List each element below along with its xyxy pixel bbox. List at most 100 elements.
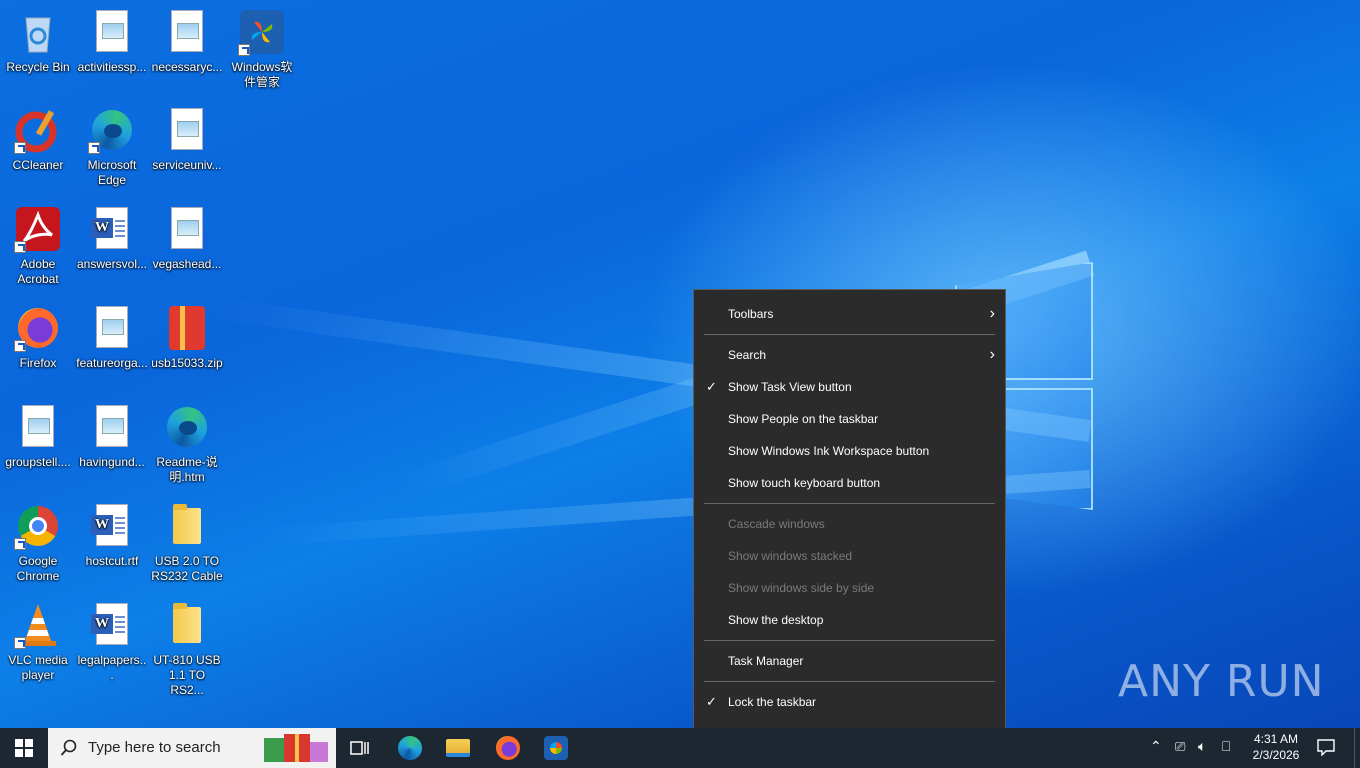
recycle-bin-icon [14,8,62,56]
image-file-icon [88,304,136,352]
taskbar-clock[interactable]: 4:31 AM 2/3/2026 [1244,731,1308,763]
desktop-icon-serviceuniv[interactable]: serviceuniv... [149,106,225,173]
desktop-icon-featureorga[interactable]: featureorga... [74,304,150,371]
edge-icon [398,736,422,760]
menu-item-task-manager[interactable]: Task Manager [694,646,1005,676]
icon-label: Microsoft Edge [87,158,137,187]
image-file-icon [163,106,211,154]
desktop-icon-readme-htm[interactable]: Readme-说明.htm [149,403,225,485]
taskbar-firefox-button[interactable] [484,728,532,768]
menu-item-windows-side-by-side: Show windows side by side [694,573,1005,603]
icon-label: activitiessp... [77,60,147,74]
desktop-icon-ccleaner[interactable]: CCleaner [0,106,76,173]
icon-label: groupstell.... [5,455,71,469]
menu-item-show-task-view[interactable]: ✓ Show Task View button [694,372,1005,402]
image-file-icon [163,8,211,56]
clock-time: 4:31 AM [1253,732,1299,746]
desktop-icon-legalpapers[interactable]: W legalpapers... [74,601,150,683]
icon-label: featureorga... [76,356,148,370]
menu-item-show-people[interactable]: Show People on the taskbar [694,404,1005,434]
chevron-right-icon: › [989,346,995,363]
menu-separator [704,334,995,335]
menu-item-search[interactable]: Search › [694,340,1005,370]
menu-item-cascade-windows: Cascade windows [694,509,1005,539]
desktop-icon-recycle-bin[interactable]: Recycle Bin [0,8,76,75]
icon-label: USB 2.0 TO RS232 Cable [151,554,223,583]
desktop-icon-google-chrome[interactable]: Google Chrome [0,502,76,584]
task-view-button[interactable] [336,728,384,768]
icon-label: usb15033.zip [151,356,223,370]
word-document-icon: W [88,601,136,649]
show-desktop-button[interactable] [1354,728,1360,768]
taskbar: Type here to search ⌃ ⎚ 🔈︎ ⎕ 4:31 AM 2/3… [0,728,1360,768]
chevron-up-icon[interactable]: ⌃ [1150,738,1162,755]
notification-icon [1317,739,1335,757]
menu-item-label: Show touch keyboard button [728,476,881,490]
shortcut-arrow-icon [238,44,250,56]
image-file-icon [163,205,211,253]
chevron-right-icon: › [989,305,995,322]
windows-manager-icon [544,736,568,760]
clock-date: 2/3/2026 [1252,748,1300,762]
icon-label: Windows软件管家 [231,60,293,89]
taskbar-edge-button[interactable] [386,728,434,768]
notification-center-button[interactable] [1316,738,1338,758]
desktop-icon-usb-rs232-cable[interactable]: USB 2.0 TO RS232 Cable [149,502,225,584]
desktop-icon-microsoft-edge[interactable]: Microsoft Edge [74,106,150,188]
shortcut-arrow-icon [14,538,26,550]
image-file-icon [14,403,62,451]
menu-item-show-desktop[interactable]: Show the desktop [694,605,1005,635]
taskbar-search-box[interactable]: Type here to search [48,728,336,768]
icon-label: legalpapers... [77,653,147,682]
icon-label: UT-810 USB 1.1 TO RS2... [153,653,221,697]
menu-item-label: Show windows side by side [728,581,875,595]
desktop-icon-hostcut-rtf[interactable]: W hostcut.rtf [74,502,150,569]
icon-label: vegashead... [152,257,222,271]
checkmark-icon: ✓ [706,694,717,709]
desktop-icon-vlc-media-player[interactable]: VLC media player [0,601,76,683]
desktop-icon-vegashead[interactable]: vegashead... [149,205,225,272]
word-document-icon: W [88,205,136,253]
icon-label: Google Chrome [16,554,60,583]
menu-separator [704,503,995,504]
desktop[interactable]: Recycle Bin CCleaner Adobe Acrobat Firef… [0,0,1360,728]
adobe-acrobat-icon [14,205,62,253]
menu-item-lock-taskbar[interactable]: ✓ Lock the taskbar [694,687,1005,717]
icon-label: havingund... [79,455,145,469]
search-placeholder: Type here to search [88,739,221,756]
menu-item-label: Toolbars [728,307,774,321]
menu-item-label: Cascade windows [728,517,825,531]
ccleaner-icon [14,106,62,154]
desktop-icon-windows-manager[interactable]: Windows软件管家 [224,8,300,90]
menu-item-label: Show People on the taskbar [728,412,879,426]
menu-item-label: Task Manager [728,654,804,668]
edge-html-icon [163,403,211,451]
meet-now-icon[interactable]: ⎚ [1175,739,1185,755]
icon-label: Readme-说明.htm [156,455,218,484]
desktop-icon-havingund[interactable]: havingund... [74,403,150,470]
menu-separator [704,681,995,682]
volume-icon[interactable]: 🔈︎ [1198,738,1206,755]
icon-label: Recycle Bin [6,60,70,74]
taskbar-file-explorer-button[interactable] [434,728,482,768]
menu-item-toolbars[interactable]: Toolbars › [694,299,1005,329]
start-button[interactable] [0,728,48,768]
desktop-icon-activitiessp[interactable]: activitiessp... [74,8,150,75]
desktop-icon-ut-810-usb[interactable]: UT-810 USB 1.1 TO RS2... [149,601,225,698]
zip-archive-icon [163,304,211,352]
taskbar-windows-manager-button[interactable] [532,728,580,768]
menu-item-show-ink-workspace[interactable]: Show Windows Ink Workspace button [694,436,1005,466]
image-file-icon [88,8,136,56]
desktop-icon-necessaryc[interactable]: necessaryc... [149,8,225,75]
desktop-icon-answersvol[interactable]: W answersvol... [74,205,150,272]
desktop-icon-usb15033-zip[interactable]: usb15033.zip [149,304,225,371]
menu-item-show-touch-keyboard[interactable]: Show touch keyboard button [694,468,1005,498]
menu-item-label: Show Task View button [728,380,852,394]
icon-label: VLC media player [8,653,68,682]
edge-icon [88,106,136,154]
network-icon[interactable]: ⎕ [1222,738,1230,755]
desktop-icon-groupstell[interactable]: groupstell.... [0,403,76,470]
desktop-icon-adobe-acrobat[interactable]: Adobe Acrobat [0,205,76,287]
desktop-icon-firefox[interactable]: Firefox [0,304,76,371]
menu-item-label: Show windows stacked [728,549,853,563]
